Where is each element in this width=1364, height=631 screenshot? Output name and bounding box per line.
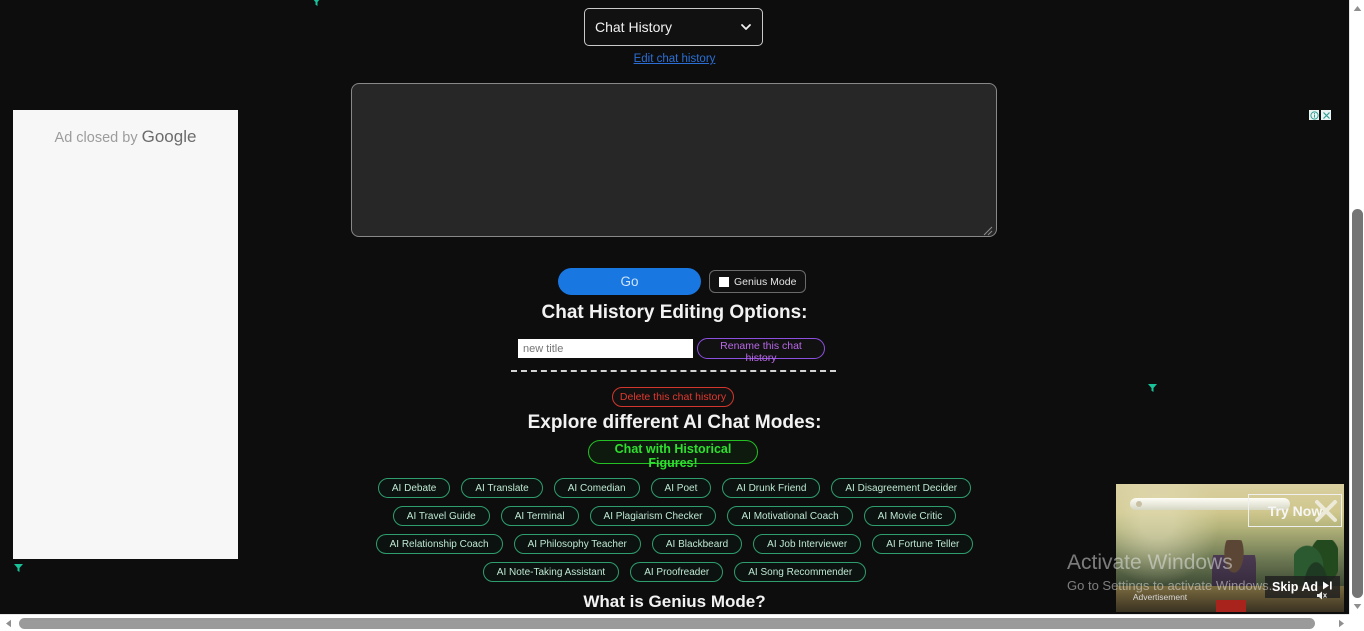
- triangle-up-icon[interactable]: [1350, 0, 1364, 16]
- prompt-textarea[interactable]: [351, 83, 997, 237]
- teal-marker-icon: [1147, 382, 1158, 393]
- genius-mode-checkbox[interactable]: [719, 276, 729, 287]
- vertical-scrollbar-thumb[interactable]: [1352, 209, 1363, 598]
- chat-history-select[interactable]: Chat History: [584, 8, 763, 46]
- go-button[interactable]: Go: [558, 268, 701, 295]
- horizontal-scrollbar[interactable]: [0, 614, 1349, 631]
- ai-mode-pill[interactable]: AI Comedian: [553, 478, 640, 498]
- close-x-icon[interactable]: [1313, 498, 1339, 524]
- ai-mode-pill[interactable]: AI Note-Taking Assistant: [482, 562, 620, 582]
- ai-mode-pill[interactable]: AI Blackbeard: [651, 534, 743, 554]
- speaker-mute-icon[interactable]: [1316, 590, 1328, 601]
- ai-mode-pill[interactable]: AI Movie Critic: [863, 506, 957, 526]
- video-ad-shelf-dot: [1136, 501, 1142, 507]
- browser-viewport: Chat History Edit chat history Go Genius…: [0, 0, 1364, 631]
- video-ad-object: [1216, 600, 1246, 612]
- advertisement-label: Advertisement: [1132, 592, 1188, 602]
- triangle-left-icon[interactable]: [0, 615, 16, 631]
- vertical-scrollbar[interactable]: [1349, 0, 1364, 631]
- triangle-right-icon[interactable]: [1333, 615, 1349, 631]
- info-icon[interactable]: [1309, 110, 1319, 120]
- ai-mode-pill[interactable]: AI Debate: [377, 478, 451, 498]
- skip-ad-button[interactable]: Skip Ad: [1265, 576, 1341, 598]
- chat-history-select-wrap: Chat History: [584, 8, 763, 46]
- ai-mode-pill[interactable]: AI Terminal: [500, 506, 579, 526]
- horizontal-scrollbar-thumb[interactable]: [19, 618, 1315, 629]
- ad-closed-by-google-text: Ad closed by Google: [13, 127, 238, 147]
- ai-mode-pill[interactable]: AI Drunk Friend: [722, 478, 821, 498]
- ai-mode-pill[interactable]: AI Motivational Coach: [727, 506, 853, 526]
- ai-mode-pill[interactable]: AI Proofreader: [630, 562, 724, 582]
- scrollbar-corner: [1349, 614, 1364, 631]
- ad-closed-prefix: Ad closed by: [54, 130, 142, 146]
- dashed-separator: [511, 370, 836, 372]
- ai-mode-pill[interactable]: AI Relationship Coach: [375, 534, 503, 554]
- edit-chat-history-link[interactable]: Edit chat history: [0, 53, 1349, 65]
- ai-mode-pill[interactable]: AI Travel Guide: [392, 506, 490, 526]
- ai-mode-pill[interactable]: AI Philosophy Teacher: [513, 534, 641, 554]
- skip-ad-label: Skip Ad: [1272, 580, 1319, 594]
- delete-chat-history-button[interactable]: Delete this chat history: [612, 387, 734, 407]
- ai-mode-pill[interactable]: AI Poet: [650, 478, 712, 498]
- ai-mode-pill[interactable]: AI Song Recommender: [734, 562, 867, 582]
- page-content: Chat History Edit chat history Go Genius…: [0, 0, 1349, 614]
- left-ad-panel: Ad closed by Google: [13, 110, 238, 559]
- genius-mode-label: Genius Mode: [734, 275, 797, 288]
- new-title-input[interactable]: [518, 339, 693, 358]
- teal-marker-icon: [13, 562, 24, 573]
- ai-mode-pill[interactable]: AI Translate: [461, 478, 543, 498]
- teal-marker-icon: [311, 0, 322, 7]
- google-brand-text: Google: [141, 127, 197, 146]
- ai-mode-pill[interactable]: AI Fortune Teller: [872, 534, 974, 554]
- genius-mode-toggle[interactable]: Genius Mode: [709, 270, 807, 293]
- ad-controls: [1309, 110, 1331, 120]
- triangle-down-icon[interactable]: [1350, 598, 1364, 614]
- chat-historical-figures-button[interactable]: Chat with Historical Figures!: [588, 440, 758, 470]
- rename-chat-history-button[interactable]: Rename this chat history: [697, 338, 825, 364]
- ai-mode-pill[interactable]: AI Plagiarism Checker: [589, 506, 717, 526]
- ai-mode-pill[interactable]: AI Disagreement Decider: [831, 478, 972, 498]
- ai-mode-pill[interactable]: AI Job Interviewer: [753, 534, 862, 554]
- close-icon[interactable]: [1321, 110, 1331, 120]
